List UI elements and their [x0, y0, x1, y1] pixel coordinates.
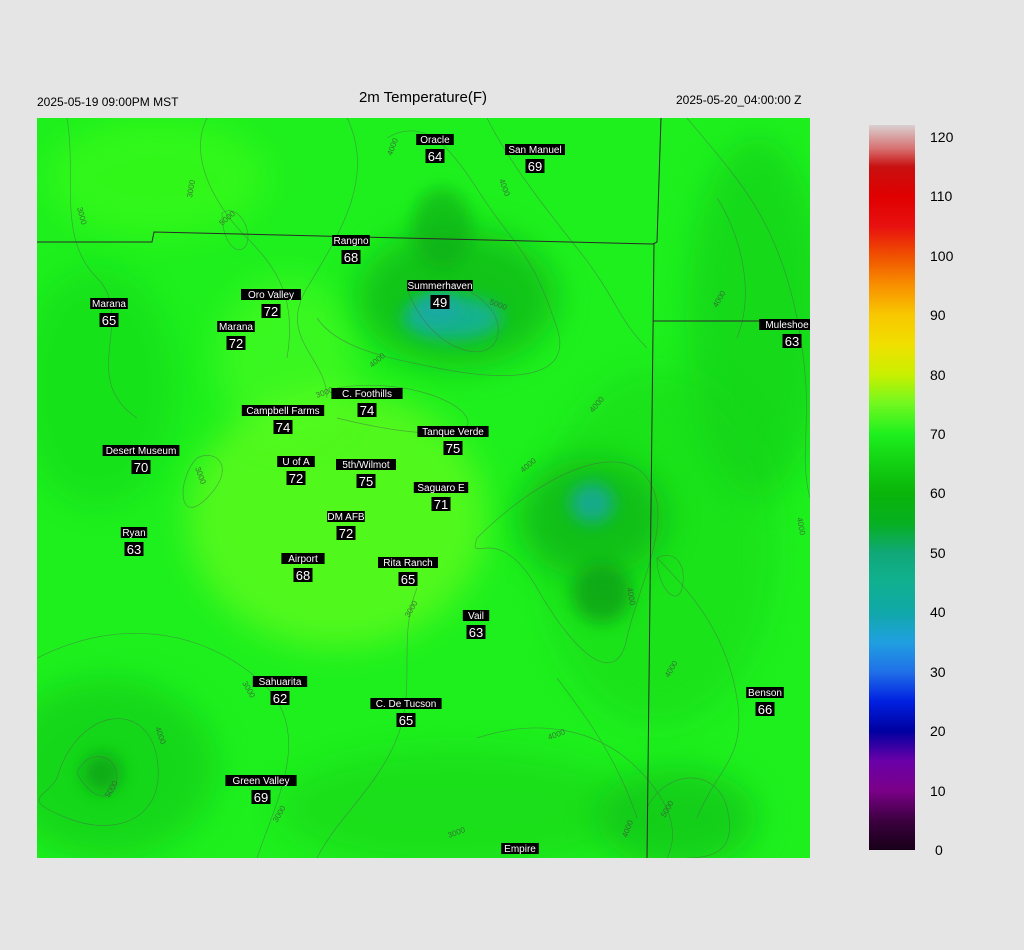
station-name: Oro Valley [248, 290, 294, 301]
station-temperature: 70 [134, 460, 148, 475]
colorbar-tick: 90 [930, 307, 946, 324]
station-temperature: 49 [433, 295, 447, 310]
colorbar-tick: 50 [930, 544, 946, 561]
station-temperature: 75 [446, 441, 460, 456]
colorbar-tick: 120 [930, 128, 954, 145]
station-temperature: 69 [528, 159, 542, 174]
station-name: Marana [92, 299, 126, 310]
station-name: Empire [504, 844, 536, 855]
station-marker: Empire [501, 843, 539, 855]
station-temperature: 63 [127, 542, 141, 557]
station-name: Campbell Farms [246, 406, 319, 417]
station-temperature: 74 [276, 420, 290, 435]
station-marker: Ryan 63 [120, 527, 148, 557]
station-temperature: 71 [434, 497, 448, 512]
station-name: Green Valley [232, 776, 289, 787]
station-temperature: 69 [254, 790, 268, 805]
station-temperature: 72 [289, 471, 303, 486]
station-name: Tanque Verde [422, 427, 484, 438]
station-temperature: 65 [102, 313, 116, 328]
station-name: C. De Tucson [376, 699, 437, 710]
station-name: Summerhaven [407, 281, 472, 292]
station-temperature: 65 [399, 713, 413, 728]
colorbar-tick: 60 [930, 485, 946, 502]
station-name: Desert Museum [106, 446, 177, 457]
colorbar-tick: 10 [930, 782, 946, 799]
station-name: U of A [282, 457, 310, 468]
station-name: DM AFB [327, 512, 365, 523]
station-temperature: 63 [785, 334, 799, 349]
temperature-colorbar [869, 125, 915, 850]
station-name: C. Foothills [342, 389, 392, 400]
colorbar-tick: 40 [930, 604, 946, 621]
station-name: Rangno [333, 236, 368, 247]
colorbar-tick: 100 [930, 247, 954, 264]
station-temperature: 66 [758, 702, 772, 717]
station-temperature: 62 [273, 691, 287, 706]
station-name: San Manuel [508, 145, 561, 156]
station-temperature: 68 [344, 250, 358, 265]
station-name: Vail [468, 611, 484, 622]
colorbar-tick: 20 [930, 723, 946, 740]
station-name: Saguaro E [417, 483, 465, 494]
station-name: Airport [288, 554, 318, 565]
colorbar-tick: 70 [930, 426, 946, 443]
station-temperature: 63 [469, 625, 483, 640]
station-temperature: 74 [360, 403, 374, 418]
station-name: Benson [748, 688, 782, 699]
station-name: Ryan [122, 528, 145, 539]
colorbar-tick: 110 [930, 188, 953, 205]
station-temperature: 75 [359, 474, 373, 489]
colorbar-tick: 0 [935, 842, 943, 858]
station-name: Oracle [420, 135, 450, 146]
station-name: 5th/Wilmot [342, 460, 389, 471]
station-name: Rita Ranch [383, 558, 432, 569]
station-name: Marana [219, 322, 253, 333]
station-temperature: 72 [264, 304, 278, 319]
station-temperature: 72 [339, 526, 353, 541]
colorbar-tick: 30 [930, 663, 946, 680]
utc-time-label: 2025-05-20_04:00:00 Z [676, 93, 802, 107]
station-temperature: 65 [401, 572, 415, 587]
station-temperature: 64 [428, 149, 442, 164]
station-temperature: 72 [229, 336, 243, 351]
colorbar-tick: 80 [930, 366, 946, 383]
station-name: Mule­shoe R [765, 320, 810, 331]
station-name: Sahuarita [259, 677, 302, 688]
station-marker: Vail 63 [462, 610, 490, 640]
station-temperature: 68 [296, 568, 310, 583]
temperature-map: 4000 3000 3000 5000 4000 5000 4000 3000 … [37, 118, 810, 858]
